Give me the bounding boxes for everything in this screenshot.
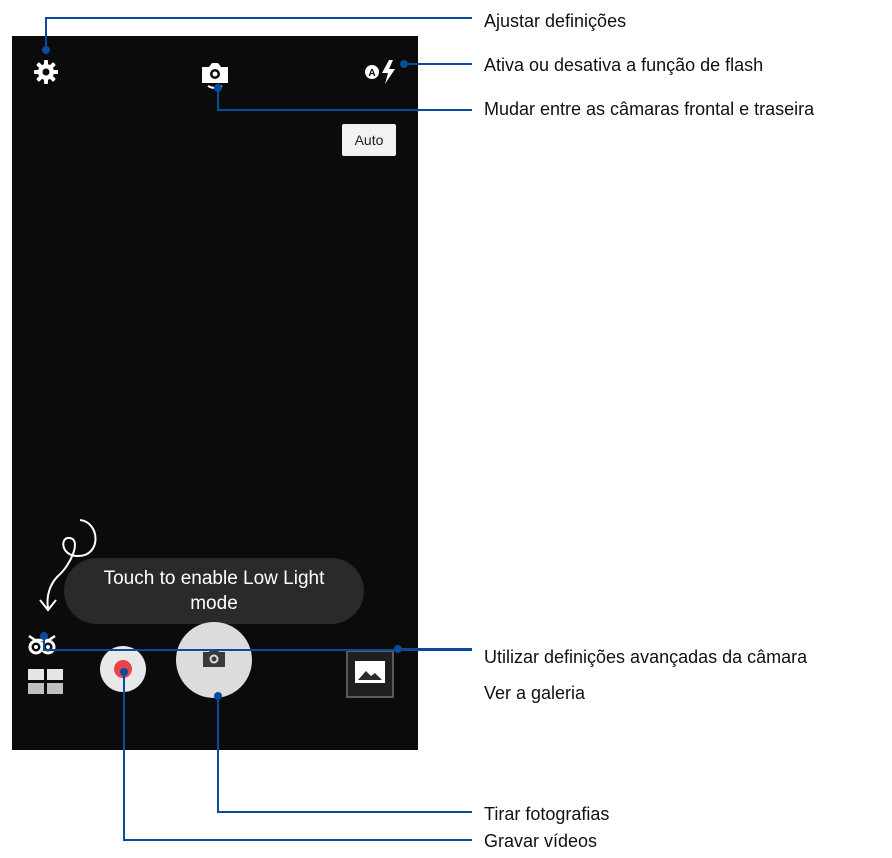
callout-advanced: Utilizar definições avançadas da câmara <box>484 647 808 667</box>
callout-flash: Ativa ou desativa a função de flash <box>484 55 764 75</box>
callout-gallery: Ver a galeria <box>484 683 586 703</box>
callout-lines <box>40 17 472 841</box>
callout-switch-camera: Mudar entre as câmaras frontal e traseir… <box>484 99 815 119</box>
callout-settings: Ajustar definições <box>484 11 627 31</box>
callout-record-video: Gravar vídeos <box>484 831 598 851</box>
callout-take-photo: Tirar fotografias <box>484 804 610 824</box>
